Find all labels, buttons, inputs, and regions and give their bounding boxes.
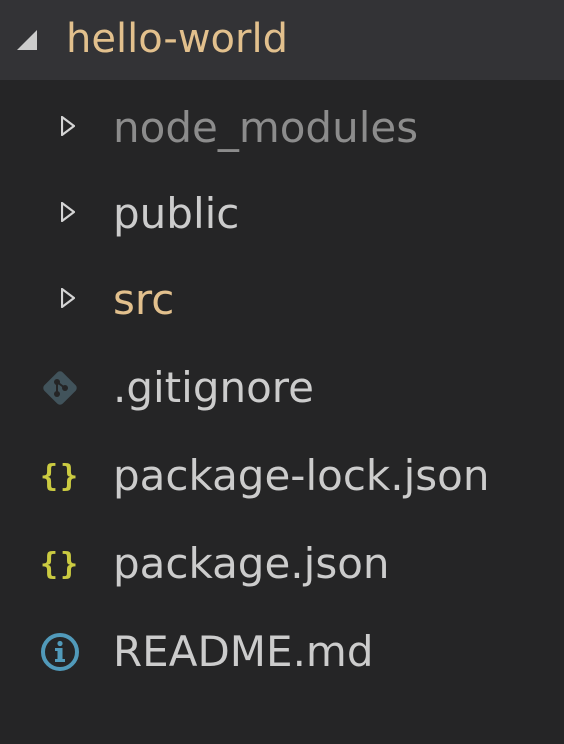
json-braces-glyph: {} bbox=[39, 546, 81, 582]
tree-item-node-modules[interactable]: node_modules bbox=[0, 86, 564, 170]
chevron-right-icon[interactable] bbox=[61, 288, 75, 308]
tree-item-label: package.json bbox=[113, 539, 390, 588]
tree-item-src[interactable]: src bbox=[0, 258, 564, 342]
tree-item-label: .gitignore bbox=[113, 363, 314, 412]
git-icon bbox=[34, 366, 86, 410]
chevron-right-icon[interactable] bbox=[61, 116, 75, 136]
json-braces-glyph: {} bbox=[39, 458, 81, 494]
chevron-right-icon[interactable] bbox=[61, 202, 75, 222]
tree-item-label: package-lock.json bbox=[113, 451, 490, 500]
tree-item-public[interactable]: public bbox=[0, 172, 564, 256]
json-braces-icon: {} bbox=[34, 454, 86, 498]
file-explorer: hello-world node_modules public src .git… bbox=[0, 0, 564, 744]
tree-item-label: src bbox=[113, 275, 175, 324]
root-folder-label: hello-world bbox=[66, 16, 288, 62]
json-braces-icon: {} bbox=[34, 542, 86, 586]
tree-item-package-json[interactable]: {} package.json bbox=[0, 522, 564, 606]
chevron-expanded-icon[interactable] bbox=[16, 29, 38, 51]
tree-item-readme-md[interactable]: README.md bbox=[0, 610, 564, 694]
tree-item-label: README.md bbox=[113, 627, 374, 676]
tree-item-label: node_modules bbox=[113, 103, 419, 152]
root-folder-hello-world[interactable]: hello-world bbox=[0, 0, 564, 80]
tree-item-gitignore[interactable]: .gitignore bbox=[0, 346, 564, 430]
info-icon bbox=[34, 630, 86, 674]
tree-item-package-lock-json[interactable]: {} package-lock.json bbox=[0, 434, 564, 518]
tree-item-label: public bbox=[113, 189, 240, 238]
